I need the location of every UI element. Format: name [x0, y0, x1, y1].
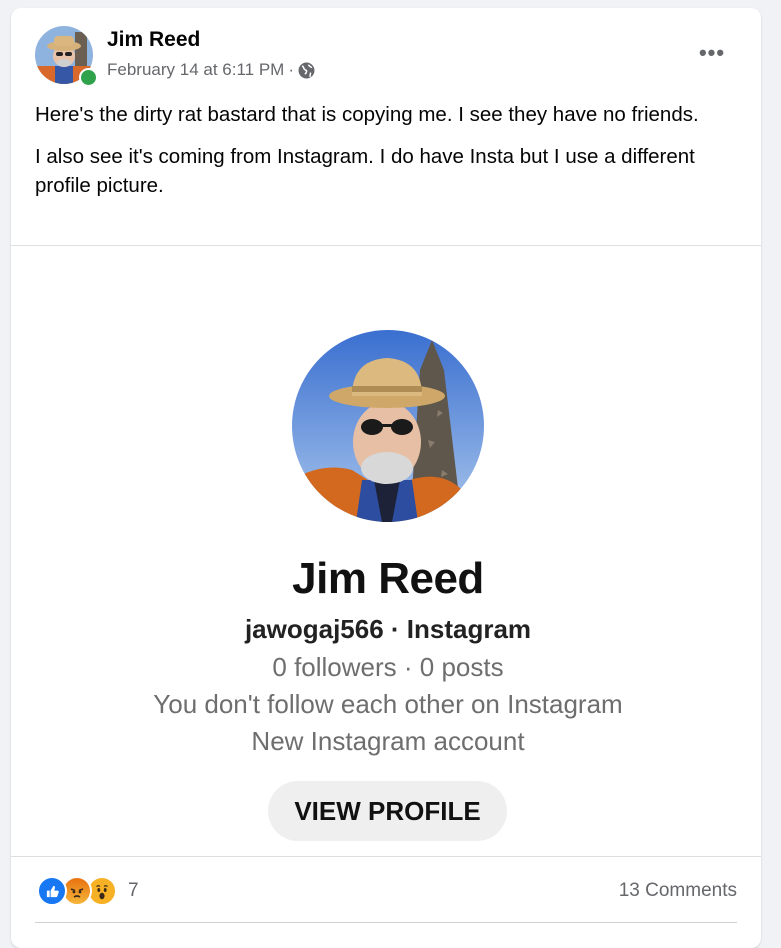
- instagram-follow-status: You don't follow each other on Instagram: [153, 689, 623, 719]
- more-options-icon[interactable]: •••: [689, 38, 735, 68]
- instagram-display-name: Jim Reed: [292, 554, 484, 603]
- comments-count-link[interactable]: 13 Comments: [619, 880, 737, 902]
- author-name[interactable]: Jim Reed: [107, 28, 200, 52]
- globe-icon: [298, 62, 315, 79]
- reaction-count: 7: [128, 880, 139, 901]
- instagram-handle: jawogaj566 · Instagram: [244, 614, 532, 644]
- footer-divider: [11, 856, 761, 857]
- reactions-summary[interactable]: 7: [37, 876, 139, 906]
- post-header: Jim Reed February 14 at 6:11 PM · •••: [11, 8, 761, 98]
- instagram-account-note: New Instagram account: [251, 726, 525, 756]
- post-paragraph-1: Here's the dirty rat bastard that is cop…: [35, 103, 699, 126]
- actions-divider: [35, 922, 737, 923]
- post-card: Jim Reed February 14 at 6:11 PM · ••• He…: [11, 8, 761, 948]
- view-profile-button[interactable]: VIEW PROFILE: [268, 781, 507, 841]
- meta-separator: ·: [288, 60, 295, 79]
- post-body: Here's the dirty rat bastard that is cop…: [35, 100, 735, 213]
- instagram-stats: 0 followers · 0 posts: [272, 652, 504, 682]
- post-paragraph-2: I also see it's coming from Instagram. I…: [35, 145, 695, 197]
- online-status-indicator: [79, 68, 98, 87]
- shared-instagram-card[interactable]: Jim Reed jawogaj566 · Instagram 0 follow…: [11, 246, 761, 856]
- like-icon: [37, 876, 67, 906]
- post-timestamp[interactable]: February 14 at 6:11 PM: [107, 60, 284, 80]
- instagram-profile-photo: [292, 330, 484, 522]
- post-meta: February 14 at 6:11 PM ·: [107, 60, 315, 80]
